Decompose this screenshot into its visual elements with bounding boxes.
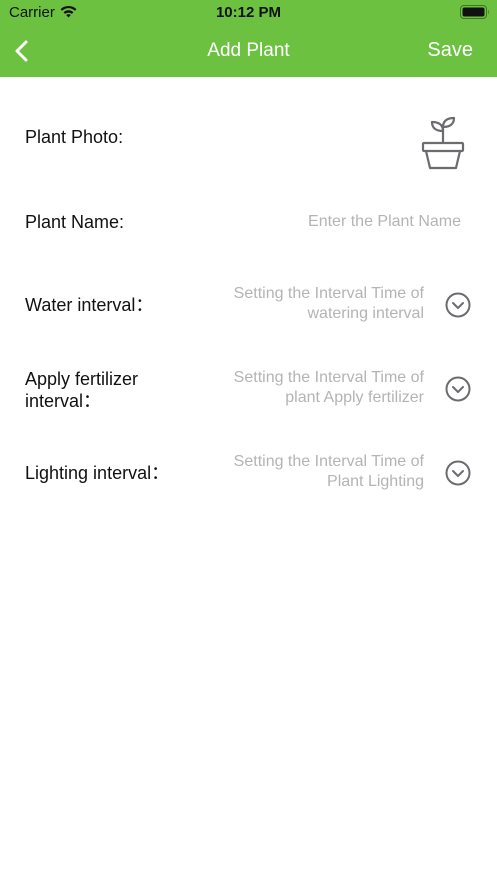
- header: Carrier 10:12 PM Add Plant Save: [0, 0, 497, 77]
- plant-photo-label: Plant Photo:: [25, 127, 124, 147]
- chevron-down-circle-icon[interactable]: [445, 292, 471, 318]
- fertilizer-interval-value-line2: plant Apply fertilizer: [285, 389, 424, 406]
- water-interval-value: Setting the Interval Time of watering in…: [194, 284, 424, 324]
- save-button[interactable]: Save: [427, 39, 473, 62]
- battery-icon: [460, 5, 489, 19]
- page-title: Add Plant: [207, 40, 290, 61]
- chevron-down-circle-icon[interactable]: [445, 376, 471, 402]
- chevron-down-circle-icon[interactable]: [445, 460, 471, 486]
- lighting-interval-label: Lighting interval：: [25, 463, 170, 483]
- plant-photo-row: Plant Photo:: [0, 112, 497, 182]
- lighting-interval-value-line2: Plant Lighting: [327, 473, 424, 490]
- plant-name-input[interactable]: [241, 210, 461, 234]
- lighting-interval-value: Setting the Interval Time of Plant Light…: [194, 452, 424, 492]
- fertilizer-interval-value-line1: Setting the Interval Time of: [233, 369, 424, 386]
- fertilizer-interval-label-line1: Apply fertilizer: [25, 369, 139, 389]
- water-interval-label: Water interval：: [25, 295, 154, 315]
- fertilizer-interval-label-line2: interval：: [25, 391, 102, 411]
- water-interval-value-line1: Setting the Interval Time of: [233, 285, 424, 302]
- fertilizer-interval-value: Setting the Interval Time of plant Apply…: [194, 368, 424, 408]
- plant-name-row: Plant Name:: [0, 205, 497, 245]
- add-plant-screen: Carrier 10:12 PM Add Plant Save Plant Ph…: [0, 0, 497, 883]
- lighting-interval-row[interactable]: Lighting interval： Setting the Interval …: [0, 452, 497, 502]
- fertilizer-interval-label: Apply fertilizer interval：: [25, 368, 138, 412]
- plant-name-label: Plant Name:: [25, 212, 125, 232]
- water-interval-value-line2: watering interval: [307, 305, 425, 322]
- water-interval-row[interactable]: Water interval： Setting the Interval Tim…: [0, 284, 497, 334]
- status-bar: Carrier 10:12 PM: [0, 0, 497, 26]
- fertilizer-interval-row[interactable]: Apply fertilizer interval： Setting the I…: [0, 368, 497, 418]
- plant-pot-icon[interactable]: [420, 115, 466, 171]
- status-time: 10:12 PM: [215, 4, 282, 21]
- nav-bar: Add Plant Save: [0, 26, 497, 77]
- lighting-interval-value-line1: Setting the Interval Time of: [233, 453, 424, 470]
